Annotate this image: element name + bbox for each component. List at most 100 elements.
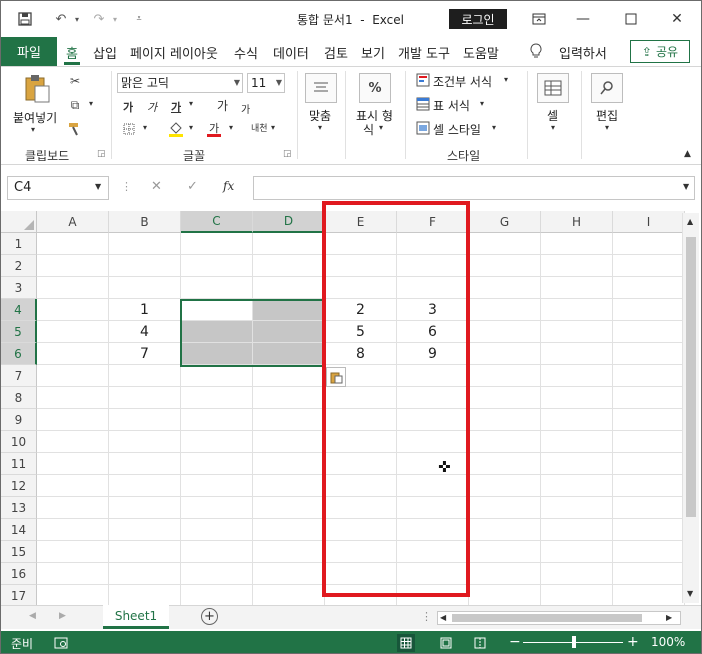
cell-styles-button[interactable]: 셀 스타일 <box>433 121 481 138</box>
cell-a3[interactable] <box>37 277 109 299</box>
cell-h14[interactable] <box>541 519 613 541</box>
cell-i12[interactable] <box>613 475 685 497</box>
italic-button[interactable]: 가 <box>147 99 157 115</box>
cell-a7[interactable] <box>37 365 109 387</box>
zoom-level[interactable]: 100% <box>651 635 685 649</box>
cell-h6[interactable] <box>541 343 613 365</box>
cell-h16[interactable] <box>541 563 613 585</box>
row-header-6[interactable]: 6 <box>1 343 37 365</box>
cell-i7[interactable] <box>613 365 685 387</box>
alignment-button-label[interactable]: 맞춤 <box>309 107 331 124</box>
cell-i4[interactable] <box>613 299 685 321</box>
cell-c4[interactable] <box>181 299 253 321</box>
cell-h3[interactable] <box>541 277 613 299</box>
cell-c7[interactable] <box>181 365 253 387</box>
cell-e4[interactable]: 2 <box>325 299 397 321</box>
cell-e9[interactable] <box>325 409 397 431</box>
cell-f1[interactable] <box>397 233 469 255</box>
cell-g4[interactable] <box>469 299 541 321</box>
horizontal-scrollbar[interactable]: ◀ ▶ <box>437 611 681 625</box>
add-sheet-icon[interactable]: + <box>201 608 218 625</box>
clipboard-launcher-icon[interactable]: ◲ <box>97 149 106 159</box>
cell-c11[interactable] <box>181 453 253 475</box>
cell-f2[interactable] <box>397 255 469 277</box>
cell-e15[interactable] <box>325 541 397 563</box>
underline-dropdown-icon[interactable]: ▾ <box>189 99 193 108</box>
cell-a10[interactable] <box>37 431 109 453</box>
format-as-table-dropdown-icon[interactable]: ▾ <box>480 99 484 108</box>
cell-h1[interactable] <box>541 233 613 255</box>
cell-f3[interactable] <box>397 277 469 299</box>
tab-help[interactable]: 도움말 <box>463 43 499 62</box>
lightbulb-icon[interactable] <box>529 43 543 63</box>
format-as-table-icon[interactable] <box>415 96 431 112</box>
grow-font-button[interactable]: 가 <box>217 97 228 114</box>
cell-a6[interactable] <box>37 343 109 365</box>
cell-h8[interactable] <box>541 387 613 409</box>
cell-d13[interactable] <box>253 497 325 519</box>
row-header-2[interactable]: 2 <box>1 255 37 277</box>
tab-page-layout[interactable]: 페이지 레이아웃 <box>130 43 218 62</box>
cell-e6[interactable]: 8 <box>325 343 397 365</box>
cell-c1[interactable] <box>181 233 253 255</box>
tell-me-search[interactable]: 입력하서 <box>559 43 607 62</box>
cell-b9[interactable] <box>109 409 181 431</box>
redo-dropdown-icon[interactable]: ▾ <box>105 9 125 29</box>
cell-f5[interactable]: 6 <box>397 321 469 343</box>
cell-c14[interactable] <box>181 519 253 541</box>
cell-c12[interactable] <box>181 475 253 497</box>
cell-a8[interactable] <box>37 387 109 409</box>
select-all-corner[interactable] <box>1 211 37 233</box>
cell-a9[interactable] <box>37 409 109 431</box>
macro-record-icon[interactable] <box>53 635 69 651</box>
row-header-12[interactable]: 12 <box>1 475 37 497</box>
cell-a11[interactable] <box>37 453 109 475</box>
cell-e10[interactable] <box>325 431 397 453</box>
undo-dropdown-icon[interactable]: ▾ <box>67 9 87 29</box>
page-break-preview-icon[interactable] <box>471 634 489 652</box>
cell-b3[interactable] <box>109 277 181 299</box>
cell-e16[interactable] <box>325 563 397 585</box>
scroll-right-icon[interactable]: ▶ <box>666 613 672 622</box>
row-header-16[interactable]: 16 <box>1 563 37 585</box>
cell-a17[interactable] <box>37 585 109 607</box>
cell-c13[interactable] <box>181 497 253 519</box>
cell-b2[interactable] <box>109 255 181 277</box>
collapse-ribbon-icon[interactable]: ▲ <box>684 149 691 159</box>
cell-i16[interactable] <box>613 563 685 585</box>
cell-f9[interactable] <box>397 409 469 431</box>
tab-insert[interactable]: 삽입 <box>93 43 117 62</box>
font-size-combo[interactable]: 11 ▼ <box>247 73 285 93</box>
cell-i9[interactable] <box>613 409 685 431</box>
cell-c9[interactable] <box>181 409 253 431</box>
cell-c8[interactable] <box>181 387 253 409</box>
cell-i17[interactable] <box>613 585 685 607</box>
cell-b12[interactable] <box>109 475 181 497</box>
cell-a14[interactable] <box>37 519 109 541</box>
cell-b8[interactable] <box>109 387 181 409</box>
cell-f8[interactable] <box>397 387 469 409</box>
cell-f15[interactable] <box>397 541 469 563</box>
cell-d8[interactable] <box>253 387 325 409</box>
row-header-15[interactable]: 15 <box>1 541 37 563</box>
enter-entry-icon[interactable]: ✓ <box>187 179 198 194</box>
cell-g7[interactable] <box>469 365 541 387</box>
cell-g13[interactable] <box>469 497 541 519</box>
cell-b16[interactable] <box>109 563 181 585</box>
cell-g5[interactable] <box>469 321 541 343</box>
cell-d11[interactable] <box>253 453 325 475</box>
cell-d1[interactable] <box>253 233 325 255</box>
formula-input[interactable] <box>253 176 695 200</box>
paste-button-label[interactable]: 붙여넣기 <box>13 109 57 126</box>
cell-i6[interactable] <box>613 343 685 365</box>
editing-search-icon[interactable] <box>591 73 623 103</box>
prev-sheet-icon[interactable]: ◀ <box>29 611 36 621</box>
shrink-font-button[interactable]: 가 <box>241 101 250 116</box>
conditional-format-dropdown-icon[interactable]: ▾ <box>504 75 508 84</box>
cell-g17[interactable] <box>469 585 541 607</box>
cell-h2[interactable] <box>541 255 613 277</box>
insert-function-icon[interactable]: fx <box>223 179 234 193</box>
cell-g8[interactable] <box>469 387 541 409</box>
column-header-a[interactable]: A <box>37 211 109 233</box>
cell-b14[interactable] <box>109 519 181 541</box>
